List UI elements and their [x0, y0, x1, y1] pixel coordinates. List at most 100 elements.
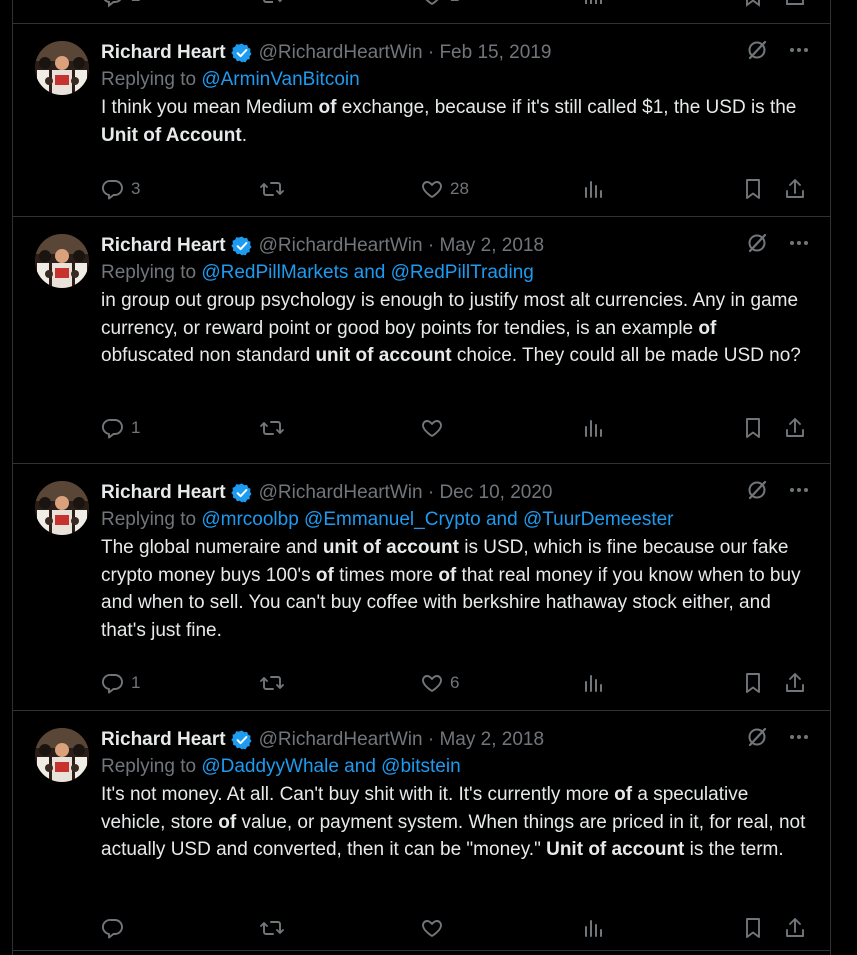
prev-share-button[interactable]: [783, 0, 807, 10]
highlight-term: Unit of account: [546, 839, 685, 860]
tweet[interactable]: Richard Heart @RichardHeartWin · May 2, …: [13, 217, 830, 464]
replying-mentions[interactable]: @mrcoolbp @Emmanuel_Crypto and @TuurDeme…: [201, 509, 673, 530]
verified-badge-icon[interactable]: [230, 235, 253, 257]
tweet-actions: 1 6: [101, 669, 808, 697]
retweet-button[interactable]: [259, 669, 291, 697]
verified-badge-icon[interactable]: [230, 729, 253, 751]
bookmark-icon: [741, 671, 765, 695]
retweet-icon: [259, 177, 285, 201]
views-icon: [581, 416, 605, 440]
more-icon[interactable]: [788, 232, 810, 260]
bookmark-button[interactable]: [741, 414, 765, 442]
prev-reply-button[interactable]: 2: [101, 0, 140, 10]
like-icon: [420, 0, 444, 8]
share-icon: [783, 416, 807, 440]
share-button[interactable]: [783, 914, 807, 942]
prev-retweet-button[interactable]: [259, 0, 285, 10]
verified-badge-icon[interactable]: [230, 42, 253, 64]
avatar[interactable]: [35, 728, 89, 782]
tweet-actions: [101, 914, 808, 942]
reply-count: 3: [131, 179, 141, 198]
author-handle[interactable]: @RichardHeartWin: [259, 235, 423, 257]
views-button[interactable]: [581, 175, 605, 203]
tweet-text: The global numeraire and unit of account…: [101, 537, 801, 641]
views-button[interactable]: [581, 669, 605, 697]
verified-badge-icon[interactable]: [230, 482, 253, 504]
author-handle[interactable]: @RichardHeartWin: [259, 729, 423, 751]
prev-like-button[interactable]: 2: [420, 0, 459, 10]
author-name[interactable]: Richard Heart: [101, 42, 226, 64]
share-button[interactable]: [783, 175, 807, 203]
views-icon: [581, 177, 605, 201]
prev-like-count: 2: [450, 0, 459, 6]
grok-icon[interactable]: [746, 39, 768, 67]
reply-icon: [101, 177, 125, 201]
replying-to: Replying to @RedPillMarkets and @RedPill…: [101, 259, 810, 287]
tweet-date[interactable]: May 2, 2018: [439, 235, 544, 257]
replying-to: Replying to @ArminVanBitcoin: [101, 66, 810, 94]
reply-button[interactable]: 1: [101, 669, 140, 697]
views-button[interactable]: [581, 914, 605, 942]
tweet[interactable]: Richard Heart @RichardHeartWin · Dec 10,…: [13, 464, 830, 711]
like-button[interactable]: [420, 414, 450, 442]
bookmark-button[interactable]: [741, 669, 765, 697]
author-name[interactable]: Richard Heart: [101, 235, 226, 257]
author-name[interactable]: Richard Heart: [101, 482, 226, 504]
highlight-term: of: [698, 317, 717, 339]
retweet-button[interactable]: [259, 175, 291, 203]
retweet-button[interactable]: [259, 414, 291, 442]
like-icon: [420, 671, 444, 695]
author-name[interactable]: Richard Heart: [101, 729, 226, 751]
bookmark-icon: [741, 916, 765, 940]
tweet-date[interactable]: May 2, 2018: [439, 729, 544, 751]
prev-views-button[interactable]: [581, 0, 605, 10]
meta-separator: ·: [422, 729, 440, 750]
highlight-term: of: [315, 564, 334, 586]
reply-button[interactable]: [101, 914, 131, 942]
author-handle[interactable]: @RichardHeartWin: [259, 42, 423, 64]
tweet-date[interactable]: Dec 10, 2020: [439, 482, 552, 504]
grok-icon[interactable]: [746, 479, 768, 507]
more-icon[interactable]: [788, 39, 810, 67]
bookmark-button[interactable]: [741, 914, 765, 942]
highlight-term: of: [614, 784, 633, 805]
like-count: 28: [450, 179, 469, 198]
meta-separator: ·: [422, 235, 440, 256]
replying-mentions[interactable]: @DaddyyWhale and @bitstein: [201, 756, 460, 777]
grok-icon[interactable]: [746, 726, 768, 754]
views-button[interactable]: [581, 414, 605, 442]
like-button[interactable]: 28: [420, 175, 469, 203]
like-button[interactable]: [420, 914, 450, 942]
bookmark-icon: [741, 0, 765, 8]
retweet-icon: [259, 416, 285, 440]
replying-to: Replying to @DaddyyWhale and @bitstein: [101, 753, 810, 781]
like-button[interactable]: 6: [420, 669, 459, 697]
more-icon[interactable]: [788, 726, 810, 754]
bookmark-button[interactable]: [741, 175, 765, 203]
prev-bookmark-button[interactable]: [741, 0, 765, 10]
share-button[interactable]: [783, 669, 807, 697]
replying-mentions[interactable]: @RedPillMarkets and @RedPillTrading: [201, 262, 534, 283]
replying-label: Replying to: [101, 262, 202, 283]
reply-count: 1: [131, 418, 141, 437]
share-button[interactable]: [783, 414, 807, 442]
reply-button[interactable]: 1: [101, 414, 140, 442]
author-handle[interactable]: @RichardHeartWin: [259, 482, 423, 504]
tweet[interactable]: Richard Heart @RichardHeartWin · May 2, …: [13, 711, 830, 951]
replying-mentions[interactable]: @ArminVanBitcoin: [201, 69, 359, 90]
tweet-date[interactable]: Feb 15, 2019: [439, 42, 551, 64]
avatar[interactable]: [35, 234, 89, 288]
like-count: 6: [450, 673, 460, 692]
share-icon: [783, 177, 807, 201]
tweet[interactable]: Richard Heart @RichardHeartWin · Feb 15,…: [13, 24, 830, 217]
reply-count: 1: [131, 673, 141, 692]
avatar[interactable]: [35, 481, 89, 535]
more-icon[interactable]: [788, 479, 810, 507]
reply-button[interactable]: 3: [101, 175, 140, 203]
tweet-actions: 1: [101, 414, 808, 442]
grok-icon[interactable]: [746, 232, 768, 260]
views-icon: [581, 916, 605, 940]
retweet-icon: [259, 671, 285, 695]
avatar[interactable]: [35, 41, 89, 95]
retweet-button[interactable]: [259, 914, 291, 942]
